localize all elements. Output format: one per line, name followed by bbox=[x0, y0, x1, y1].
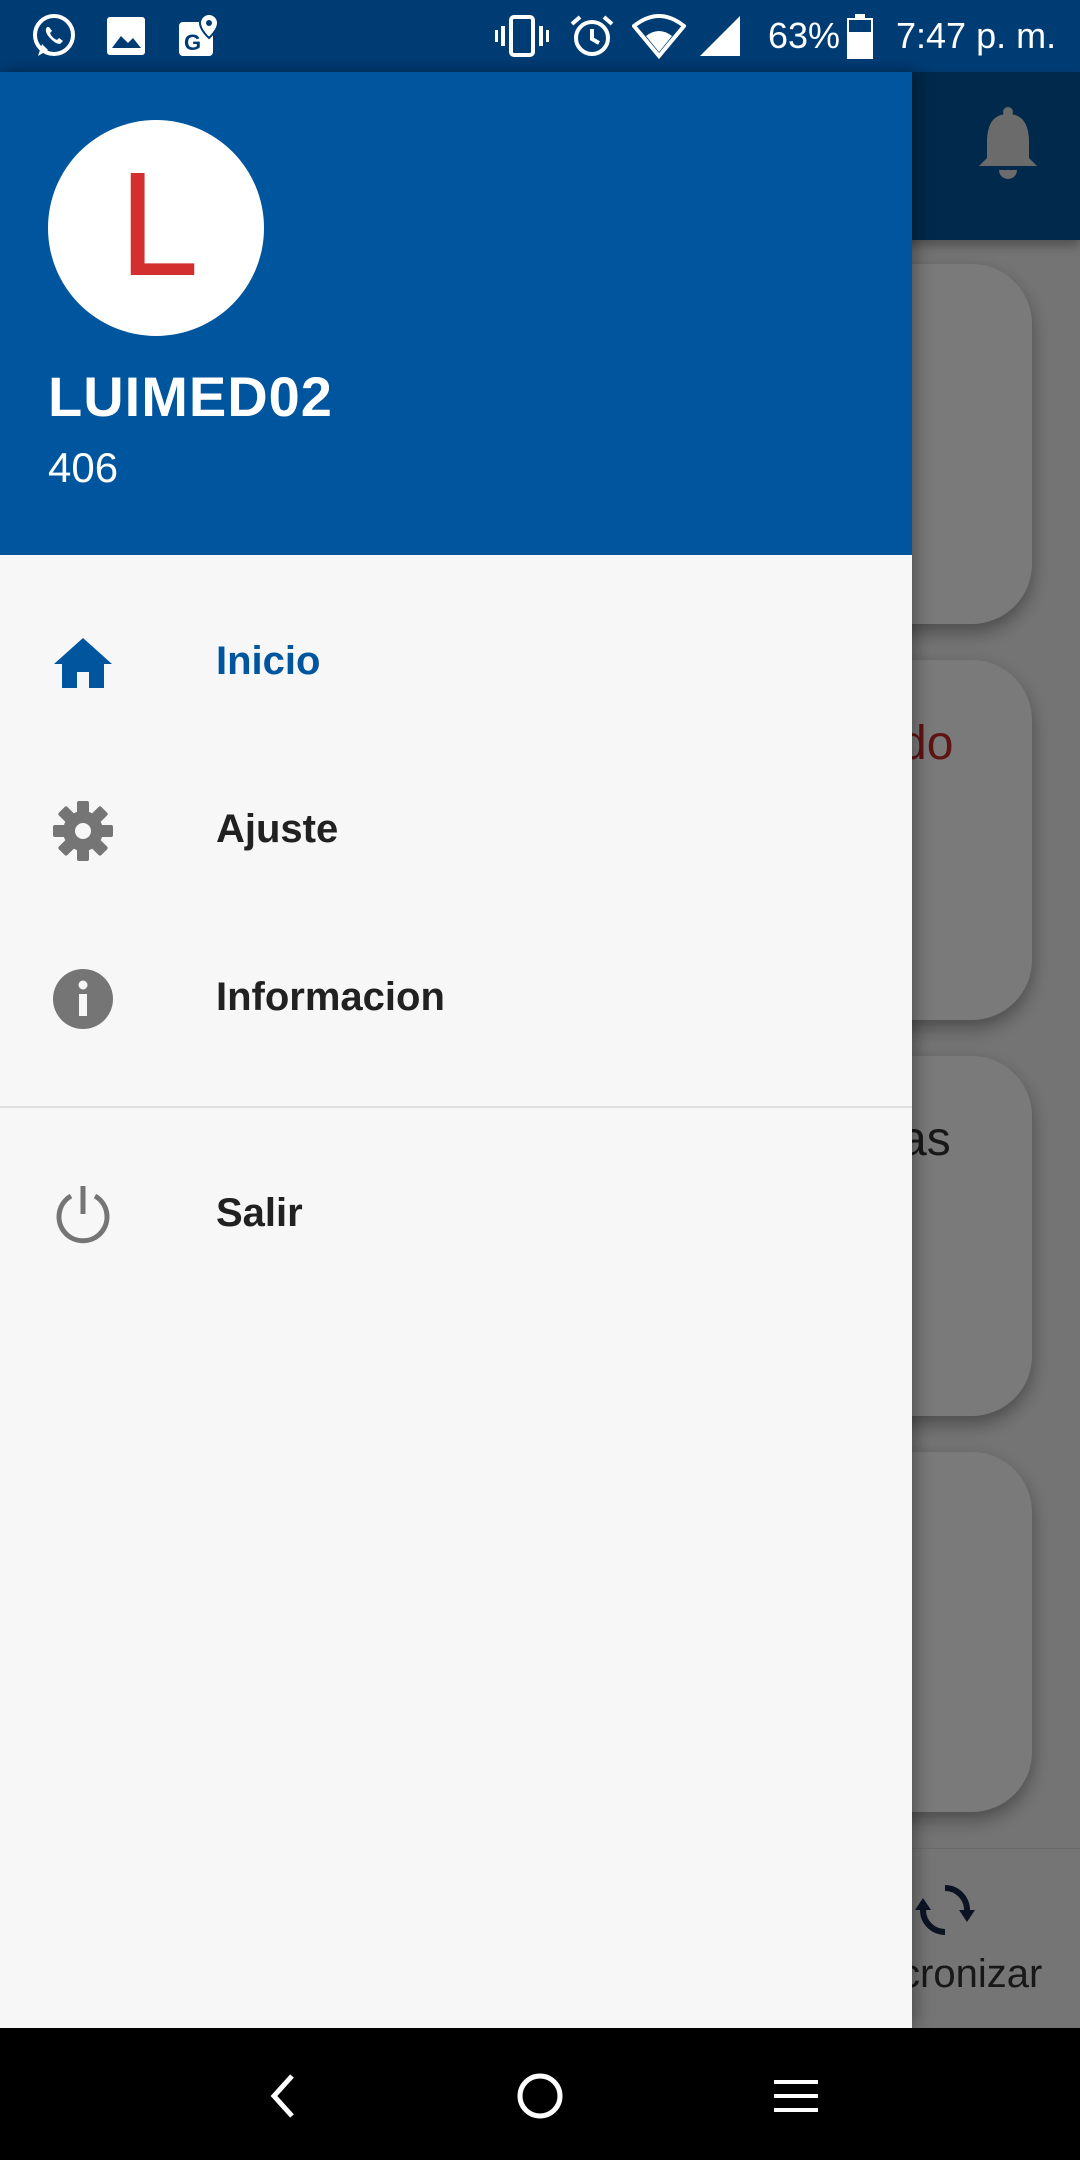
battery-icon bbox=[847, 14, 873, 59]
menu-divider bbox=[0, 1106, 912, 1108]
alarm-icon bbox=[570, 15, 614, 56]
menu-label-salir: Salir bbox=[216, 1191, 303, 1235]
menu-label-ajuste: Ajuste bbox=[216, 807, 339, 851]
whatsapp-icon bbox=[33, 14, 75, 56]
menu-item-informacion[interactable]: Informacion bbox=[0, 923, 912, 1073]
menu-icon[interactable] bbox=[764, 2064, 828, 2128]
drawer-header: L LUIMED02 406 bbox=[0, 72, 912, 555]
signal-icon bbox=[700, 16, 740, 56]
menu-item-salir[interactable]: Salir bbox=[0, 1139, 912, 1289]
gallery-icon bbox=[107, 17, 145, 55]
info-icon bbox=[53, 969, 113, 1029]
menu-label-inicio: Inicio bbox=[216, 639, 321, 683]
back-icon[interactable] bbox=[252, 2064, 316, 2128]
clock: 7:47 p. m. bbox=[896, 15, 1057, 56]
home-nav-icon[interactable] bbox=[508, 2064, 572, 2128]
status-bar: G 63% 7:47 p. m. bbox=[0, 0, 1080, 72]
system-nav-bar bbox=[0, 2028, 1080, 2160]
wifi-icon bbox=[632, 14, 686, 60]
vibrate-icon bbox=[495, 15, 549, 57]
user-id: 406 bbox=[48, 444, 119, 491]
home-icon bbox=[54, 638, 112, 688]
maps-icon: G bbox=[179, 12, 220, 56]
avatar-letter: L bbox=[117, 146, 195, 309]
user-name: LUIMED02 bbox=[48, 365, 333, 428]
menu-label-informacion: Informacion bbox=[216, 975, 445, 1019]
power-icon bbox=[56, 1186, 110, 1244]
menu-item-ajuste[interactable]: Ajuste bbox=[0, 755, 912, 905]
battery-percent: 63% bbox=[768, 15, 841, 56]
menu-item-inicio[interactable]: Inicio bbox=[0, 587, 912, 737]
svg-text:G: G bbox=[184, 30, 201, 55]
gear-icon bbox=[53, 801, 113, 861]
navigation-drawer: L LUIMED02 406 Inicio Ajuste Informacion… bbox=[0, 72, 912, 2028]
avatar: L bbox=[48, 120, 264, 336]
